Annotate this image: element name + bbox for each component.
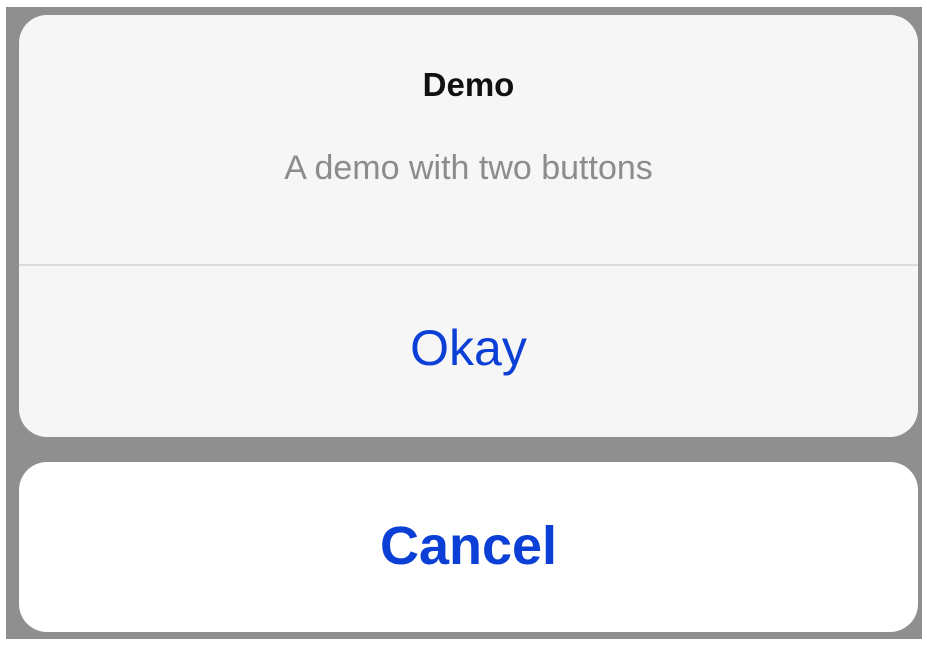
cancel-button[interactable]: Cancel — [19, 462, 918, 632]
action-sheet-message: A demo with two buttons — [284, 149, 653, 187]
action-sheet: Demo A demo with two buttons Okay — [19, 15, 918, 437]
action-sheet-header: Demo A demo with two buttons — [19, 15, 918, 264]
okay-button[interactable]: Okay — [19, 266, 918, 437]
action-sheet-title: Demo — [422, 66, 515, 103]
